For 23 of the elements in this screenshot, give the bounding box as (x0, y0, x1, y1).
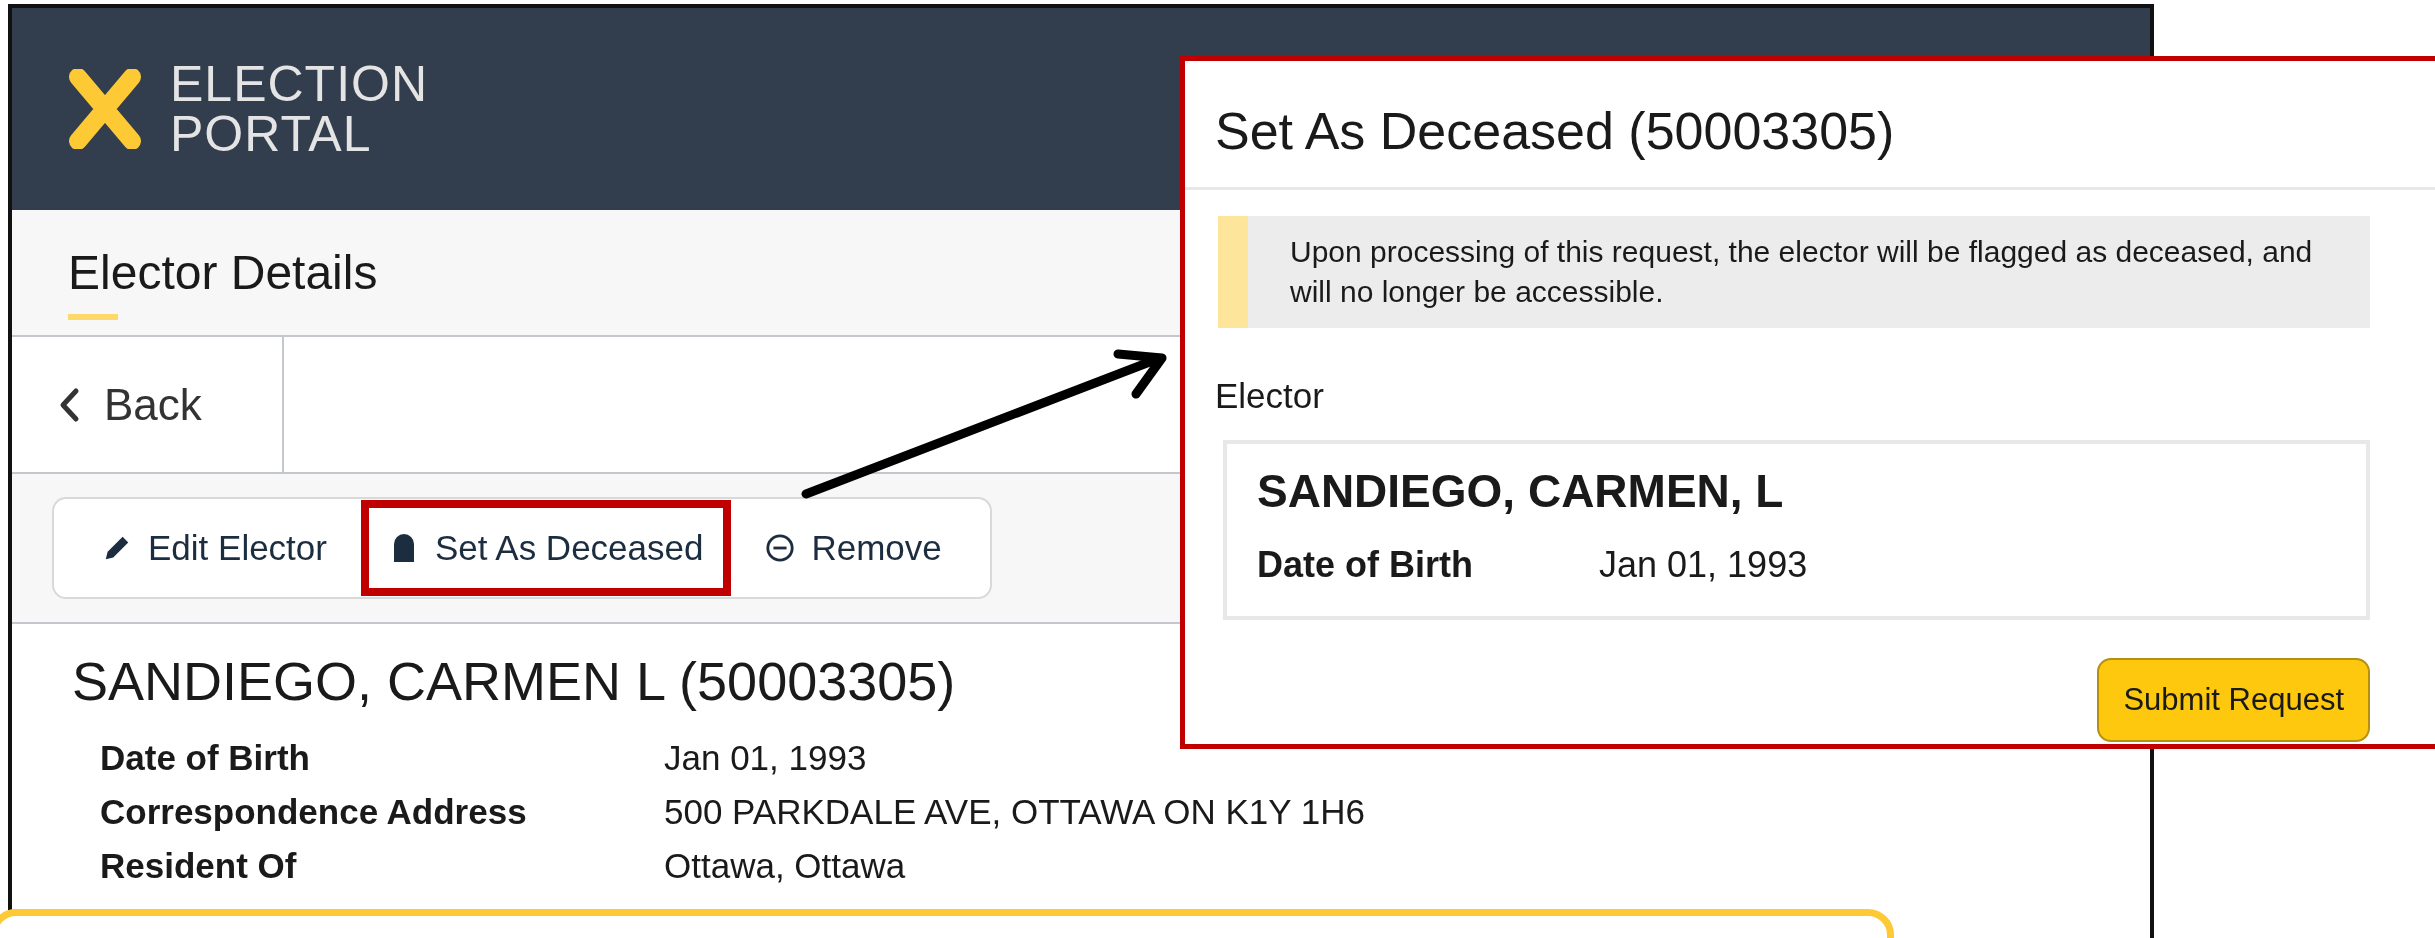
minus-circle-icon (765, 532, 796, 564)
toolbar-button[interactable]: Edit Elector (74, 500, 355, 596)
toolbar-button[interactable]: Remove (737, 500, 970, 596)
x-logo-icon (68, 69, 142, 149)
logo-text: ELECTION (170, 59, 429, 109)
chevron-left-icon (58, 386, 80, 423)
toolbar-button[interactable]: Set As Deceased (360, 500, 732, 596)
submit-button[interactable]: Submit Request (2097, 658, 2370, 742)
detail-label: Date of Birth (1257, 544, 1474, 586)
dialog-title: Set As Deceased (50003305) (1185, 61, 2435, 190)
detail-label: Correspondence Address (100, 792, 528, 832)
detail-value: Jan 01, 1993 (664, 738, 868, 778)
section-label: Elector (1215, 376, 1325, 416)
page-title: Elector Details (68, 245, 378, 300)
notice-text: Upon processing of this request, the elector will be flagged as deceased, and will no longer be accessible. (1290, 234, 2314, 310)
title-underline (68, 314, 118, 320)
logo-text: PORTAL (170, 109, 373, 159)
detail-value: Ottawa, Ottawa (664, 846, 907, 886)
elector-name: SANDIEGO, CARMEN, L (1257, 464, 1785, 518)
detail-label: Date of Birth (100, 738, 311, 778)
detail-label: Resident Of (100, 846, 298, 886)
detail-value: Jan 01, 1993 (1599, 544, 1808, 586)
detail-value: 500 PARKDALE AVE, OTTAWA ON K1Y 1H6 (664, 792, 1366, 832)
